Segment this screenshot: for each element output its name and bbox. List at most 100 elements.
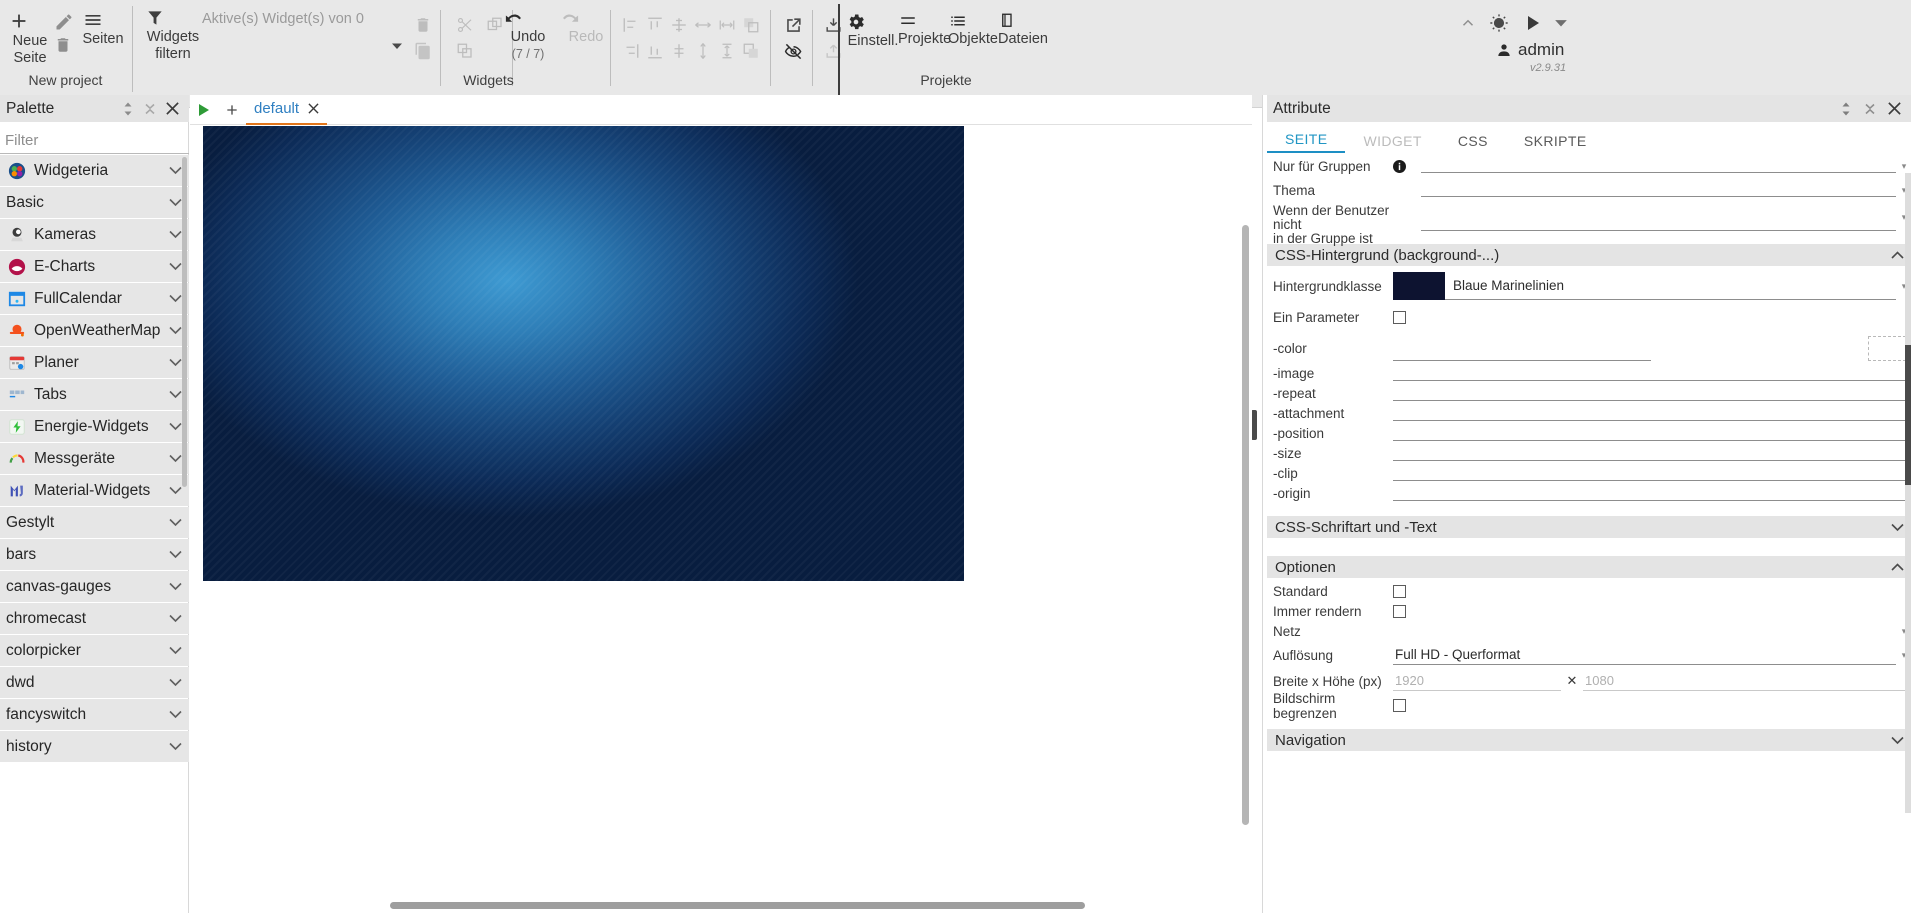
palette-collapse-button[interactable] bbox=[139, 98, 161, 120]
height-input[interactable]: 1080 bbox=[1583, 671, 1906, 691]
chevron-down-icon[interactable] bbox=[167, 358, 183, 367]
chevron-down-icon[interactable] bbox=[1891, 523, 1904, 532]
delete-widget-button[interactable] bbox=[410, 12, 436, 38]
undo-button[interactable]: Undo (7 / 7) bbox=[502, 12, 554, 62]
hide-widgets-button[interactable] bbox=[780, 38, 806, 64]
user-area[interactable]: admin bbox=[1496, 40, 1564, 60]
chevron-down-icon[interactable] bbox=[167, 326, 183, 335]
edit-page-button[interactable] bbox=[54, 12, 80, 32]
chevron-down-icon[interactable] bbox=[167, 614, 183, 623]
align-right-button[interactable] bbox=[618, 38, 644, 64]
chevron-down-icon[interactable] bbox=[167, 486, 183, 495]
add-view-button[interactable] bbox=[218, 102, 246, 118]
one-parameter-checkbox[interactable] bbox=[1393, 310, 1406, 324]
palette-item-basic[interactable]: Basic bbox=[0, 187, 189, 218]
align-left-button[interactable] bbox=[618, 12, 644, 38]
chevron-down-icon[interactable] bbox=[167, 646, 183, 655]
always-render-checkbox[interactable] bbox=[1393, 605, 1406, 618]
chevron-down-icon[interactable] bbox=[167, 454, 183, 463]
projects-button[interactable]: Projekte bbox=[898, 12, 951, 47]
palette-resize-button[interactable] bbox=[117, 98, 139, 120]
send-back-button[interactable] bbox=[738, 38, 764, 64]
chevron-down-icon[interactable] bbox=[167, 678, 183, 687]
chevron-down-icon[interactable] bbox=[167, 742, 183, 751]
import-button[interactable] bbox=[820, 12, 846, 38]
background-clip-input[interactable] bbox=[1393, 467, 1906, 481]
collapse-toolbar-button[interactable] bbox=[1455, 10, 1481, 36]
chevron-down-icon[interactable] bbox=[167, 230, 183, 239]
chevron-down-icon[interactable] bbox=[167, 166, 183, 175]
row-value-input[interactable] bbox=[1421, 217, 1896, 231]
resolution-select[interactable]: Full HD - Querformat bbox=[1393, 645, 1896, 665]
background-size-input[interactable] bbox=[1393, 447, 1906, 461]
chevron-down-icon[interactable] bbox=[167, 550, 183, 559]
view-tab-default[interactable]: default bbox=[246, 95, 328, 125]
tab-css[interactable]: CSS bbox=[1440, 133, 1506, 153]
palette-item-history[interactable]: history bbox=[0, 731, 189, 762]
palette-item-kameras[interactable]: Kameras bbox=[0, 219, 189, 250]
palette-item-tabs[interactable]: Tabs bbox=[0, 379, 189, 410]
palette-filter-input[interactable]: Filter bbox=[0, 128, 189, 154]
align-bottom-button[interactable] bbox=[642, 38, 668, 64]
palette-item-messgeraete[interactable]: Messgeräte bbox=[0, 443, 189, 474]
background-origin-input[interactable] bbox=[1393, 487, 1906, 501]
info-icon[interactable] bbox=[1393, 159, 1421, 173]
export-button[interactable] bbox=[820, 38, 846, 64]
palette-item-energie-widgets[interactable]: Energie-Widgets bbox=[0, 411, 189, 442]
color-picker-swatch[interactable] bbox=[1868, 335, 1906, 361]
palette-item-planer[interactable]: Planer bbox=[0, 347, 189, 378]
chevron-down-icon[interactable] bbox=[167, 422, 183, 431]
tab-seite[interactable]: SEITE bbox=[1267, 131, 1346, 153]
palette-item-bars[interactable]: bars bbox=[0, 539, 189, 570]
preview-play-button[interactable] bbox=[190, 103, 218, 117]
align-center-vertical-button[interactable] bbox=[666, 38, 692, 64]
background-position-input[interactable] bbox=[1393, 427, 1906, 441]
distribute-vertical-button[interactable] bbox=[690, 38, 716, 64]
canvas-horizontal-scrollbar[interactable] bbox=[190, 902, 1252, 909]
tab-widget[interactable]: WIDGET bbox=[1345, 133, 1439, 153]
filter-widgets-button[interactable]: Widgets filtern bbox=[145, 8, 201, 62]
chevron-down-icon[interactable] bbox=[167, 518, 183, 527]
distribute-horizontal-button[interactable] bbox=[690, 12, 716, 38]
row-value-input[interactable] bbox=[1421, 183, 1896, 197]
standard-checkbox[interactable] bbox=[1393, 585, 1406, 598]
open-external-button[interactable] bbox=[780, 12, 806, 38]
palette-item-fullcalendar[interactable]: FullCalendar bbox=[0, 283, 189, 314]
palette-item-fancyswitch[interactable]: fancyswitch bbox=[0, 699, 189, 730]
palette-item-dwd[interactable]: dwd bbox=[0, 667, 189, 698]
paste-button[interactable] bbox=[452, 38, 478, 64]
align-top-button[interactable] bbox=[642, 12, 668, 38]
width-input[interactable]: 1920 bbox=[1393, 671, 1561, 691]
delete-page-button[interactable] bbox=[54, 36, 80, 54]
attributes-resize-button[interactable] bbox=[1834, 98, 1858, 120]
attributes-scrollbar-thumb[interactable] bbox=[1905, 345, 1911, 485]
close-icon[interactable] bbox=[308, 103, 319, 114]
chevron-down-icon[interactable]: ▾ bbox=[1896, 161, 1911, 172]
settings-button[interactable]: Einstell. bbox=[846, 12, 900, 49]
background-image-input[interactable] bbox=[1393, 367, 1906, 381]
copy-widget-button[interactable] bbox=[410, 38, 436, 64]
palette-item-colorpicker[interactable]: colorpicker bbox=[0, 635, 189, 666]
more-menu-button[interactable] bbox=[1548, 10, 1574, 36]
objects-button[interactable]: Objekte bbox=[948, 12, 998, 47]
section-navigation[interactable]: Navigation bbox=[1267, 729, 1911, 751]
files-button[interactable]: Dateien bbox=[998, 12, 1048, 47]
chevron-up-icon[interactable] bbox=[1891, 250, 1904, 260]
palette-close-button[interactable] bbox=[161, 98, 183, 120]
palette-item-material-widgets[interactable]: Material-Widgets bbox=[0, 475, 189, 506]
limit-screen-checkbox[interactable] bbox=[1393, 699, 1406, 712]
align-middle-horizontal-button[interactable] bbox=[666, 12, 692, 38]
palette-list[interactable]: Widgeteria Basic Kameras E-Charts FullCa… bbox=[0, 155, 189, 913]
row-value-input[interactable] bbox=[1421, 159, 1896, 173]
palette-item-openweathermap[interactable]: OpenWeatherMap bbox=[0, 315, 189, 346]
background-repeat-input[interactable] bbox=[1393, 387, 1906, 401]
height-equal-button[interactable] bbox=[714, 38, 740, 64]
section-optionen[interactable]: Optionen bbox=[1267, 556, 1911, 578]
widget-select-dropdown[interactable] bbox=[384, 33, 410, 59]
palette-item-canvas-gauges[interactable]: canvas-gauges bbox=[0, 571, 189, 602]
canvas-vertical-scrollbar[interactable] bbox=[1242, 225, 1249, 825]
chevron-down-icon[interactable] bbox=[167, 198, 183, 207]
palette-item-widgeteria[interactable]: Widgeteria bbox=[0, 155, 189, 186]
canvas-horizontal-scroll-thumb[interactable] bbox=[390, 902, 1085, 909]
chevron-down-icon[interactable] bbox=[1891, 736, 1904, 745]
